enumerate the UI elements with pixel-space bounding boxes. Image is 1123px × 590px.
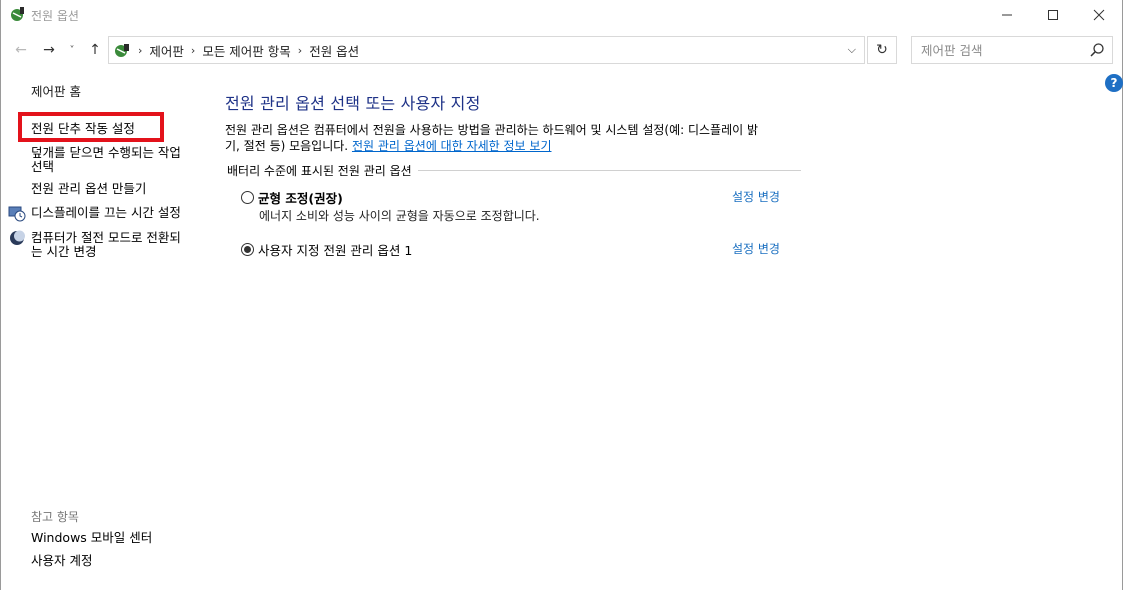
search-icon[interactable] <box>1089 42 1105 58</box>
search-box <box>911 36 1113 64</box>
breadcrumb-separator: › <box>190 43 196 57</box>
arrow-up-icon: ↑ <box>89 42 101 58</box>
breadcrumb-separator: › <box>297 43 303 57</box>
user-accounts-link[interactable]: 사용자 계정 <box>31 554 92 568</box>
window-title: 전원 옵션 <box>31 9 79 23</box>
see-also-title: 참고 항목 <box>31 510 79 524</box>
minimize-icon <box>1002 14 1012 16</box>
lid-close-action-link-line2[interactable]: 선택 <box>31 160 54 174</box>
display-clock-icon <box>8 206 26 222</box>
maximize-icon <box>1048 10 1058 20</box>
breadcrumb-all-items[interactable]: 모든 제어판 항목 <box>202 41 290 60</box>
close-button[interactable] <box>1076 0 1122 30</box>
main-content: 전원 관리 옵션 선택 또는 사용자 지정 전원 관리 옵션은 컴퓨터에서 전원… <box>225 90 805 258</box>
plan-custom-name: 사용자 지정 전원 관리 옵션 1 <box>258 243 413 258</box>
sleep-time-link-line2[interactable]: 는 시간 변경 <box>31 245 96 259</box>
address-bar[interactable]: › 제어판 › 모든 제어판 항목 › 전원 옵션 ⌵ <box>108 36 865 64</box>
create-power-plan-link[interactable]: 전원 관리 옵션 만들기 <box>31 182 146 196</box>
refresh-icon: ↻ <box>876 42 888 58</box>
back-button[interactable]: ← <box>11 40 31 60</box>
left-pane: 제어판 홈 전원 단추 작동 설정 덮개를 닫으면 수행되는 작업 선택 전원 … <box>1 70 201 590</box>
plan-group-title: 배터리 수준에 표시된 전원 관리 옵션 <box>227 164 412 178</box>
group-divider <box>417 170 801 171</box>
plan-custom-change-link[interactable]: 설정 변경 <box>732 240 780 257</box>
plan-custom-radio[interactable] <box>241 243 254 256</box>
help-button[interactable]: ? <box>1105 74 1123 92</box>
breadcrumb-separator: › <box>138 43 143 57</box>
chevron-down-icon: ˅ <box>69 44 75 56</box>
arrow-left-icon: ← <box>15 42 27 58</box>
page-description: 전원 관리 옵션은 컴퓨터에서 전원을 사용하는 방법을 관리하는 하드웨어 및… <box>225 122 805 154</box>
arrow-right-icon: → <box>43 42 55 58</box>
maximize-button[interactable] <box>1030 0 1076 30</box>
sleep-time-link[interactable]: 컴퓨터가 절전 모드로 전환되 <box>31 231 181 245</box>
plan-group-header: 배터리 수준에 표시된 전원 관리 옵션 <box>227 162 801 179</box>
display-off-time-link[interactable]: 디스플레이를 끄는 시간 설정 <box>31 206 181 220</box>
sleep-moon-icon <box>10 230 25 245</box>
plan-balanced-name: 균형 조정(권장) <box>258 191 343 206</box>
plan-balanced-change-link[interactable]: 설정 변경 <box>732 188 780 205</box>
close-icon <box>1093 9 1105 21</box>
power-options-window: 전원 옵션 ← → ˅ ↑ › 제어판 › 모든 제어판 항목 › 전원 옵션 <box>0 0 1123 590</box>
plan-balanced-description: 에너지 소비와 성능 사이의 균형을 자동으로 조정합니다. <box>259 209 540 223</box>
description-line1: 전원 관리 옵션은 컴퓨터에서 전원을 사용하는 방법을 관리하는 하드웨어 및… <box>225 123 759 137</box>
navigation-bar: ← → ˅ ↑ › 제어판 › 모든 제어판 항목 › 전원 옵션 ⌵ ↻ <box>1 34 1122 66</box>
breadcrumb-power-options[interactable]: 전원 옵션 <box>309 41 359 60</box>
power-options-icon <box>11 7 24 21</box>
recent-locations-button[interactable]: ˅ <box>65 40 79 60</box>
power-plan-info-link[interactable]: 전원 관리 옵션에 대한 자세한 정보 보기 <box>352 139 552 153</box>
refresh-button[interactable]: ↻ <box>867 36 897 64</box>
plan-balanced-radio[interactable] <box>241 191 254 204</box>
control-panel-icon <box>115 44 129 57</box>
windows-mobility-center-link[interactable]: Windows 모바일 센터 <box>31 531 152 545</box>
page-title: 전원 관리 옵션 선택 또는 사용자 지정 <box>225 94 481 113</box>
title-bar: 전원 옵션 <box>1 0 1122 30</box>
address-dropdown-icon[interactable]: ⌵ <box>848 43 856 57</box>
breadcrumb-control-panel[interactable]: 제어판 <box>149 41 184 60</box>
minimize-button[interactable] <box>984 0 1030 30</box>
plan-custom[interactable]: 사용자 지정 전원 관리 옵션 1 <box>241 240 412 259</box>
control-panel-home-link[interactable]: 제어판 홈 <box>31 85 81 99</box>
question-icon: ? <box>1110 76 1118 90</box>
plan-balanced[interactable]: 균형 조정(권장) <box>241 188 343 207</box>
up-button[interactable]: ↑ <box>85 40 105 60</box>
search-input[interactable] <box>912 37 1082 63</box>
power-button-settings-link[interactable]: 전원 단추 작동 설정 <box>31 122 135 136</box>
forward-button[interactable]: → <box>39 40 59 60</box>
description-line2: 기, 절전 등) 모음입니다. <box>225 139 349 153</box>
lid-close-action-link[interactable]: 덮개를 닫으면 수행되는 작업 <box>31 146 181 160</box>
